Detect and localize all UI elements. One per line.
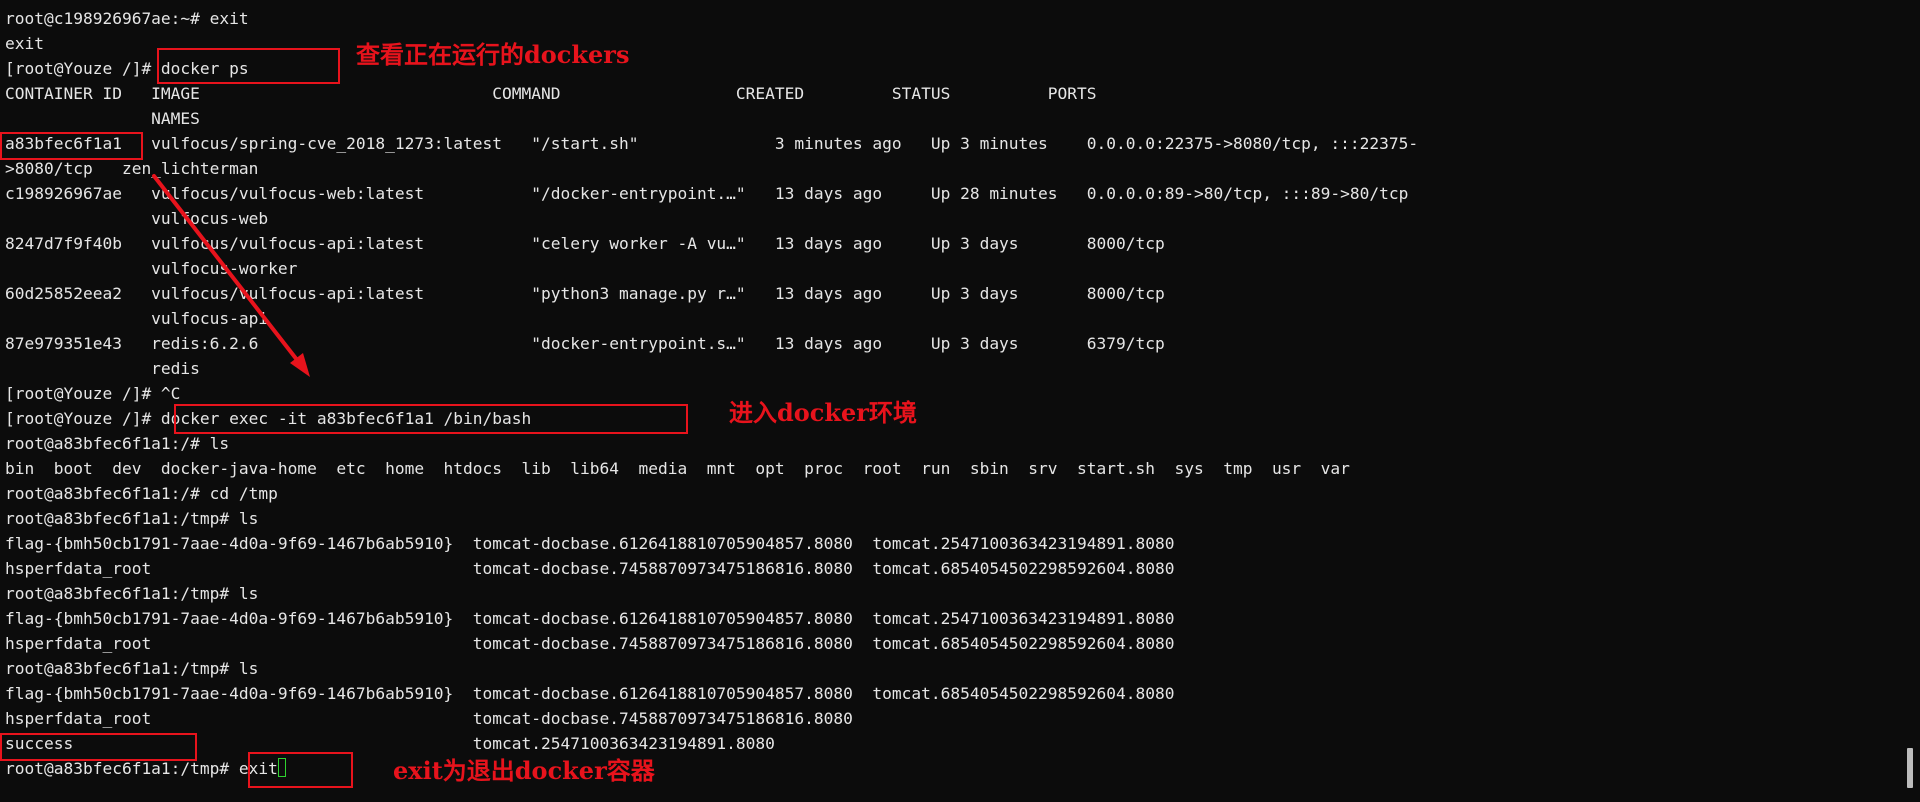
terminal-line: a83bfec6f1a1 vulfocus/spring-cve_2018_12… xyxy=(5,134,1419,153)
terminal-line: [root@Youze /]# docker ps xyxy=(5,59,249,78)
terminal-line: bin boot dev docker-java-home etc home h… xyxy=(5,459,1350,478)
terminal-line: root@a83bfec6f1a1:/tmp# ls xyxy=(5,509,259,528)
terminal-line: flag-{bmh50cb1791-7aae-4d0a-9f69-1467b6a… xyxy=(5,534,1175,553)
annotation-exit: exit为退出docker容器 xyxy=(393,756,655,785)
terminal-line: vulfocus-worker xyxy=(5,259,298,278)
terminal-line: flag-{bmh50cb1791-7aae-4d0a-9f69-1467b6a… xyxy=(5,684,1175,703)
terminal-line: vulfocus-api xyxy=(5,309,269,328)
terminal-line: [root@Youze /]# docker exec -it a83bfec6… xyxy=(5,409,532,428)
terminal-line: root@c198926967ae:~# exit xyxy=(5,9,249,28)
terminal-line: redis xyxy=(5,359,200,378)
terminal-window[interactable]: root@c198926967ae:~# exit exit [root@You… xyxy=(0,0,1900,802)
scrollbar-thumb[interactable] xyxy=(1907,748,1913,788)
terminal-line: vulfocus-web xyxy=(5,209,269,228)
terminal-line: hsperfdata_root tomcat-docbase.745887097… xyxy=(5,559,1175,578)
terminal-line: root@a83bfec6f1a1:/tmp# ls xyxy=(5,584,259,603)
terminal-line: 8247d7f9f40b vulfocus/vulfocus-api:lates… xyxy=(5,234,1165,253)
terminal-line: hsperfdata_root tomcat-docbase.745887097… xyxy=(5,709,853,728)
vertical-scrollbar[interactable] xyxy=(1900,0,1920,802)
terminal-line: exit xyxy=(5,34,44,53)
terminal-line: root@a83bfec6f1a1:/# cd /tmp xyxy=(5,484,278,503)
terminal-line: root@a83bfec6f1a1:/# ls xyxy=(5,434,230,453)
terminal-line: success tomcat.2547100363423194891.8080 xyxy=(5,734,775,753)
terminal-line: hsperfdata_root tomcat-docbase.745887097… xyxy=(5,634,1175,653)
annotation-docker-exec: 进入docker环境 xyxy=(729,398,917,427)
terminal-line: [root@Youze /]# ^C xyxy=(5,384,181,403)
terminal-line: 60d25852eea2 vulfocus/vulfocus-api:lates… xyxy=(5,284,1165,303)
terminal-line-text: root@a83bfec6f1a1:/tmp# exit xyxy=(5,759,278,778)
terminal-line: root@a83bfec6f1a1:/tmp# ls xyxy=(5,659,259,678)
terminal-line: flag-{bmh50cb1791-7aae-4d0a-9f69-1467b6a… xyxy=(5,609,1175,628)
terminal-line: >8080/tcp zen_lichterman xyxy=(5,159,259,178)
terminal-line: CONTAINER ID IMAGE COMMAND CREATED STATU… xyxy=(5,84,1097,103)
annotation-docker-ps: 查看正在运行的dockers xyxy=(356,40,630,69)
terminal-prompt-line[interactable]: root@a83bfec6f1a1:/tmp# exit xyxy=(5,756,286,781)
terminal-line: c198926967ae vulfocus/vulfocus-web:lates… xyxy=(5,184,1409,203)
terminal-line: 87e979351e43 redis:6.2.6 "docker-entrypo… xyxy=(5,334,1165,353)
terminal-line: NAMES xyxy=(5,109,200,128)
text-cursor xyxy=(277,758,286,777)
